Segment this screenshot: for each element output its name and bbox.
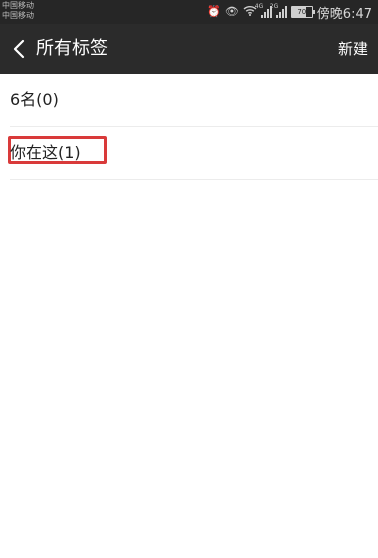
network-label-2: 2G	[269, 3, 279, 10]
eye-icon: 👁	[224, 5, 239, 18]
signal-icon-2: 2G	[270, 3, 287, 18]
carrier-label-1: 中国移动	[2, 1, 34, 10]
tag-list: 6名(0) 你在这(1)	[0, 74, 378, 180]
carrier-label-2: 中国移动	[2, 11, 34, 20]
status-bar: 中国移动 中国移动 ⏰ 👁 4G 2G 70 傍晚6:47	[0, 0, 378, 24]
status-icons: ⏰ 👁 4G 2G 70 傍晚6:47	[207, 3, 372, 22]
tag-row[interactable]: 6名(0)	[10, 74, 378, 127]
empty-list-area	[0, 180, 378, 558]
tag-label: 6名(0)	[10, 90, 59, 109]
tag-label: 你在这(1)	[10, 143, 81, 162]
alarm-icon: ⏰	[207, 5, 221, 18]
title-bar: 所有标签 新建	[0, 24, 378, 74]
network-label-1: 4G	[254, 3, 264, 10]
new-tag-button[interactable]: 新建	[338, 38, 368, 60]
tag-row[interactable]: 你在这(1)	[8, 127, 378, 180]
page-title: 所有标签	[36, 38, 108, 59]
carrier-info: 中国移动 中国移动	[2, 1, 34, 21]
battery-icon: 70	[290, 6, 315, 18]
clock-time: 傍晚6:47	[316, 6, 372, 22]
chevron-left-icon	[13, 39, 25, 59]
back-button[interactable]	[4, 33, 34, 65]
